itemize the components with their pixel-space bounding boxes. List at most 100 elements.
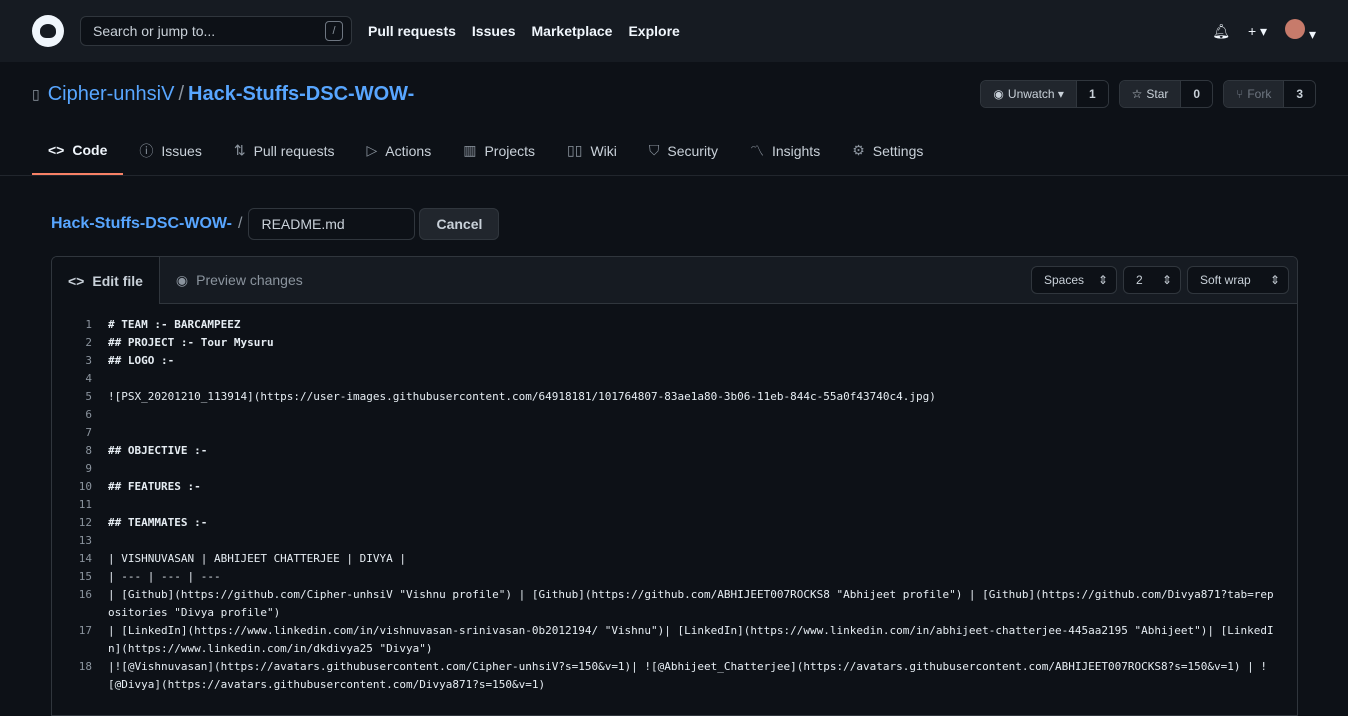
line-text: | [Github](https://github.com/Cipher-unh…	[108, 588, 1274, 619]
gear-icon: ⚙	[852, 142, 865, 158]
nav-marketplace[interactable]: Marketplace	[532, 23, 613, 39]
code-line[interactable]: 8 ## OBJECTIVE :-	[52, 442, 1297, 460]
cancel-button[interactable]: Cancel	[419, 208, 500, 240]
pull-request-icon: ⇅	[233, 142, 246, 158]
github-logo-icon[interactable]	[32, 15, 64, 47]
fork-icon: ⑂	[1236, 87, 1244, 101]
code-line[interactable]: 6	[52, 406, 1297, 424]
search-placeholder: Search or jump to...	[93, 23, 216, 39]
repo-icon: ▯	[32, 85, 40, 102]
select-arrows-icon: ⇕	[1269, 273, 1280, 287]
line-text	[92, 532, 1297, 550]
bell-icon[interactable]: 🔔︎	[1212, 23, 1230, 40]
user-menu[interactable]: ▾	[1285, 19, 1316, 43]
tab-insights[interactable]: 〽 Insights	[734, 126, 836, 175]
line-text: | --- | --- | ---	[108, 570, 221, 583]
issue-icon: ⓘ	[139, 142, 154, 159]
line-number: 14	[78, 552, 92, 565]
line-number: 1	[85, 318, 92, 331]
line-number: 12	[78, 516, 92, 529]
nav-issues[interactable]: Issues	[472, 23, 516, 39]
line-text: ## OBJECTIVE :-	[108, 444, 208, 457]
eye-icon: ◉	[175, 271, 189, 288]
code-line[interactable]: 12 ## TEAMMATES :-	[52, 514, 1297, 532]
tab-actions[interactable]: ▷ Actions	[351, 126, 448, 175]
line-text	[92, 424, 1297, 442]
tab-code[interactable]: <> Code	[32, 126, 124, 175]
code-icon: <>	[48, 141, 65, 158]
code-line[interactable]: 16 | [Github](https://github.com/Cipher-u…	[52, 586, 1297, 622]
filename-input[interactable]	[248, 208, 416, 240]
code-line[interactable]: 1 # TEAM :- BARCAMPEEZ	[52, 316, 1297, 334]
code-line[interactable]: 5 ![PSX_20201210_113914](https://user-ima…	[52, 388, 1297, 406]
book-icon: ▯▯	[567, 142, 583, 158]
path-separator: /	[178, 82, 185, 105]
tab-wiki[interactable]: ▯▯ Wiki	[551, 126, 633, 175]
search-input[interactable]: Search or jump to... /	[80, 16, 352, 46]
line-text	[92, 460, 1297, 478]
code-line[interactable]: 18 |![@Vishnuvasan](https://avatars.githu…	[52, 658, 1297, 694]
star-button[interactable]: ☆ Star	[1119, 81, 1181, 107]
fork-count[interactable]: 3	[1283, 81, 1315, 107]
line-text: ## FEATURES :-	[108, 480, 201, 493]
breadcrumb-repo-link[interactable]: Hack-Stuffs-DSC-WOW-	[51, 215, 232, 233]
line-number: 13	[78, 534, 92, 547]
nav-pull-requests[interactable]: Pull requests	[368, 23, 456, 39]
indent-mode-select[interactable]: Spaces ⇕	[1031, 266, 1117, 294]
eye-icon: ◉	[993, 87, 1004, 101]
line-text: |![@Vishnuvasan](https://avatars.githubu…	[108, 660, 1267, 691]
code-line[interactable]: 11	[52, 496, 1297, 514]
line-number: 16	[78, 588, 92, 601]
select-arrows-icon: ⇕	[1161, 273, 1172, 287]
play-icon: ▷	[366, 142, 378, 158]
line-text: # TEAM :- BARCAMPEEZ	[108, 318, 241, 331]
line-text: | [LinkedIn](https://www.linkedin.com/in…	[108, 624, 1274, 655]
breadcrumb: Hack-Stuffs-DSC-WOW- / Cancel	[0, 176, 1348, 240]
repo-name-link[interactable]: Hack-Stuffs-DSC-WOW-	[188, 83, 414, 106]
line-number: 4	[85, 372, 92, 385]
fork-button[interactable]: ⑂ Fork	[1224, 81, 1284, 107]
tab-preview-changes[interactable]: ◉ Preview changes	[160, 257, 319, 303]
watch-count[interactable]: 1	[1075, 81, 1108, 107]
create-new-menu[interactable]: + ▾	[1248, 23, 1267, 40]
star-count[interactable]: 0	[1180, 81, 1213, 107]
tab-security[interactable]: ⛉ Security	[633, 126, 734, 175]
line-number: 7	[85, 426, 92, 439]
line-number: 8	[85, 444, 92, 457]
tab-issues[interactable]: ⓘ Issues	[123, 126, 217, 175]
code-line[interactable]: 15 | --- | --- | ---	[52, 568, 1297, 586]
unwatch-button[interactable]: ◉ Unwatch ▾	[981, 81, 1076, 107]
nav-explore[interactable]: Explore	[628, 23, 679, 39]
line-number: 10	[78, 480, 92, 493]
global-header: Search or jump to... / Pull requests Issue…	[0, 0, 1348, 62]
line-text	[92, 496, 1297, 514]
project-icon: ▥	[463, 142, 477, 158]
code-line[interactable]: 4	[52, 370, 1297, 388]
file-editor: <> Edit file ◉ Preview changes Spaces ⇕ 2 ⇕ …	[51, 256, 1298, 716]
line-number: 17	[78, 624, 92, 637]
wrap-mode-select[interactable]: Soft wrap ⇕	[1187, 266, 1289, 294]
tab-edit-file[interactable]: <> Edit file	[52, 257, 160, 304]
line-number: 15	[78, 570, 92, 583]
code-line[interactable]: 13	[52, 532, 1297, 550]
select-arrows-icon: ⇕	[1098, 273, 1109, 287]
code-line[interactable]: 17 | [LinkedIn](https://www.linkedin.com/…	[52, 622, 1297, 658]
tab-projects[interactable]: ▥ Projects	[447, 126, 551, 175]
code-line[interactable]: 7	[52, 424, 1297, 442]
star-icon: ☆	[1131, 87, 1143, 101]
indent-size-select[interactable]: 2 ⇕	[1123, 266, 1181, 294]
line-text: ## PROJECT :- Tour Mysuru	[108, 336, 274, 349]
line-number: 18	[78, 660, 92, 673]
line-number: 6	[85, 408, 92, 421]
code-line[interactable]: 14 | VISHNUVASAN | ABHIJEET CHATTERJEE | …	[52, 550, 1297, 568]
code-line[interactable]: 2 ## PROJECT :- Tour Mysuru	[52, 334, 1297, 352]
code-line[interactable]: 10 ## FEATURES :-	[52, 478, 1297, 496]
tab-settings[interactable]: ⚙ Settings	[836, 126, 939, 175]
code-area[interactable]: 1 # TEAM :- BARCAMPEEZ 2 ## PROJECT :- Tour…	[52, 304, 1297, 694]
code-line[interactable]: 3 ## LOGO :-	[52, 352, 1297, 370]
code-line[interactable]: 9	[52, 460, 1297, 478]
line-text: ## TEAMMATES :-	[108, 516, 208, 529]
tab-pull-requests[interactable]: ⇅ Pull requests	[218, 126, 351, 175]
repo-owner-link[interactable]: Cipher-unhsiV	[48, 83, 175, 106]
slash-shortcut-badge: /	[325, 21, 343, 41]
